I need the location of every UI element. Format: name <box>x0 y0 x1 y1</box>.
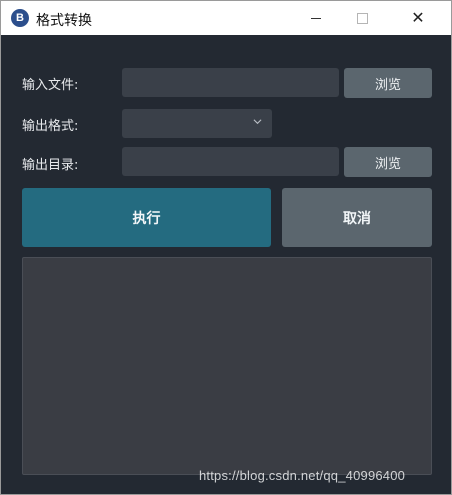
chevron-down-icon <box>253 119 262 125</box>
maximize-button[interactable] <box>339 1 385 35</box>
input-file-field[interactable] <box>122 68 339 97</box>
execute-button[interactable]: 执行 <box>22 188 271 247</box>
browse-output-button[interactable]: 浏览 <box>344 147 432 177</box>
output-log-area[interactable] <box>22 257 432 475</box>
app-logo-icon: B <box>11 9 29 27</box>
close-icon: ✕ <box>411 8 425 27</box>
watermark-text: https://blog.csdn.net/qq_40996400 <box>199 468 406 483</box>
title-bar[interactable]: B 格式转换 ✕ <box>1 1 451 35</box>
window-title: 格式转换 <box>36 13 92 29</box>
output-format-select[interactable] <box>122 109 272 138</box>
app-window: B 格式转换 ✕ 输入文件: 浏览 输出格式: 输出目录: 浏览 执行 取消 h… <box>0 0 452 495</box>
minimize-icon <box>311 17 321 19</box>
input-file-label: 输入文件: <box>22 78 79 93</box>
output-format-label: 输出格式: <box>22 119 79 134</box>
output-dir-label: 输出目录: <box>22 158 79 173</box>
maximize-icon <box>356 12 368 24</box>
minimize-button[interactable] <box>293 1 339 35</box>
output-dir-field[interactable] <box>122 147 339 176</box>
cancel-button[interactable]: 取消 <box>282 188 432 247</box>
close-button[interactable]: ✕ <box>395 1 441 35</box>
browse-input-button[interactable]: 浏览 <box>344 68 432 98</box>
